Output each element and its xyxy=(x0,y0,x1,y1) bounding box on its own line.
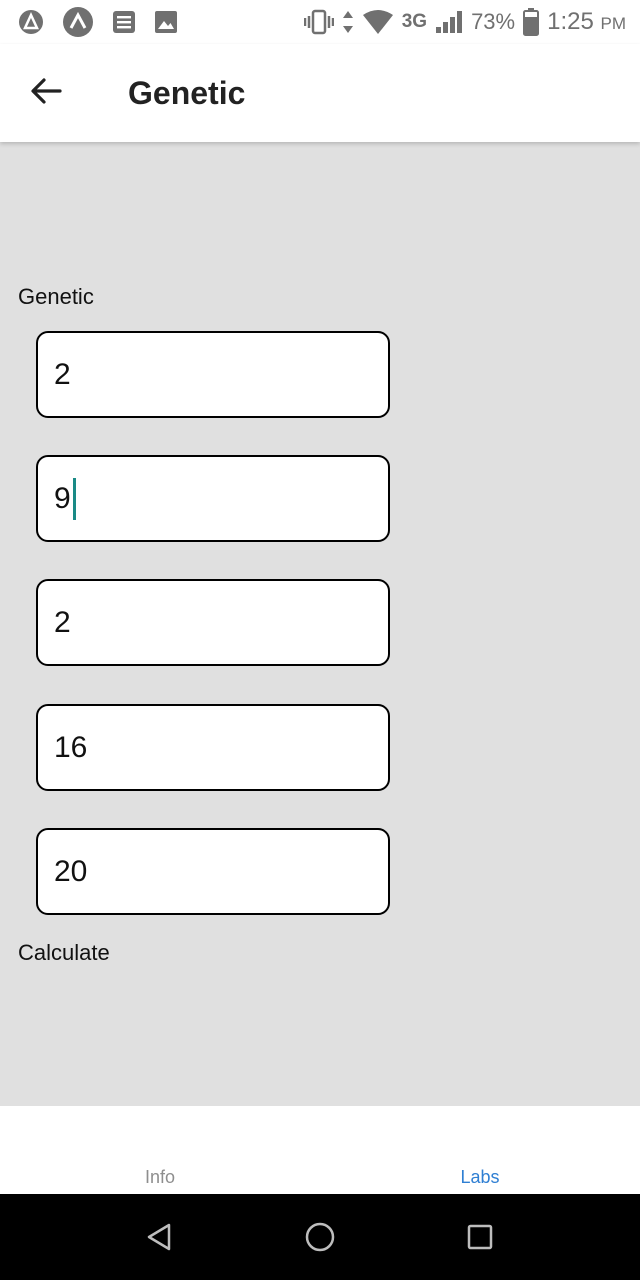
input-field-4[interactable]: 16 xyxy=(36,704,390,791)
document-icon xyxy=(112,10,136,34)
back-triangle-icon[interactable] xyxy=(130,1207,190,1267)
app-bar: Genetic xyxy=(0,44,640,142)
system-status: 3G 73% 1:25 PM xyxy=(303,8,626,36)
battery-percent: 73% xyxy=(471,9,516,34)
home-circle-icon[interactable] xyxy=(290,1207,350,1267)
clock-meridiem: PM xyxy=(600,14,627,33)
system-nav-bar xyxy=(0,1194,640,1280)
input-field-5[interactable]: 20 xyxy=(36,828,390,915)
page-title: Genetic xyxy=(128,74,246,111)
data-arrows-icon xyxy=(342,9,354,35)
tab-info[interactable]: Info xyxy=(0,1106,320,1194)
battery-icon xyxy=(523,8,540,36)
app-notification-icon xyxy=(18,9,44,35)
input-field-value: 2 xyxy=(54,357,71,391)
network-type: 3G xyxy=(401,11,428,32)
arrow-left-icon xyxy=(30,77,62,110)
input-field-value: 9 xyxy=(54,481,71,515)
input-field-value: 16 xyxy=(54,730,88,764)
tab-label: Labs xyxy=(460,1167,500,1187)
input-field-value: 2 xyxy=(54,605,71,639)
input-field-2[interactable]: 9 xyxy=(36,455,390,542)
signal-icon xyxy=(435,10,463,34)
tab-label: Info xyxy=(144,1167,176,1187)
app-notification-icon xyxy=(62,6,94,38)
screen: 3G 73% 1:25 PM Genetic Genetic 2 9 2 16 … xyxy=(0,0,640,1280)
tab-labs[interactable]: Labs xyxy=(320,1106,640,1194)
bottom-tab-bar: Info Labs xyxy=(0,1106,640,1194)
notification-icons xyxy=(18,6,178,38)
input-field-value: 20 xyxy=(54,854,88,888)
input-field-3[interactable]: 2 xyxy=(36,579,390,666)
calculate-button[interactable]: Calculate xyxy=(18,940,110,966)
main-content: Genetic 2 9 2 16 20 Calculate xyxy=(0,142,640,1106)
text-caret xyxy=(72,477,76,520)
recents-square-icon[interactable] xyxy=(450,1207,510,1267)
section-label: Genetic xyxy=(18,284,94,309)
clock: 1:25 PM xyxy=(547,8,626,36)
image-icon xyxy=(154,10,178,34)
status-bar: 3G 73% 1:25 PM xyxy=(0,0,640,44)
wifi-icon xyxy=(362,9,394,35)
input-field-1[interactable]: 2 xyxy=(36,331,390,418)
clock-time: 1:25 xyxy=(547,8,594,35)
back-button[interactable] xyxy=(0,44,92,142)
vibrate-icon xyxy=(303,9,334,35)
